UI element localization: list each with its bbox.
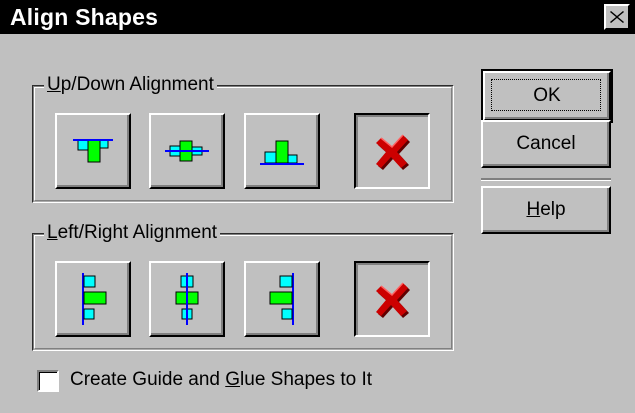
cancel-label: Cancel bbox=[516, 133, 576, 154]
create-guide-checkbox[interactable] bbox=[37, 370, 59, 392]
updown-alignment-legend: Up/Down Alignment bbox=[44, 74, 217, 96]
red-x-icon bbox=[376, 134, 410, 170]
leftright-alignment-legend: Left/Right Alignment bbox=[44, 222, 221, 244]
align-right-icon bbox=[269, 273, 294, 325]
align-middle-icon bbox=[165, 140, 209, 162]
align-top-icon bbox=[73, 139, 113, 163]
align-center-button[interactable] bbox=[149, 261, 225, 337]
align-middle-button[interactable] bbox=[149, 113, 225, 189]
create-guide-label[interactable]: Create Guide and Glue Shapes to It bbox=[70, 369, 372, 391]
focus-rectangle bbox=[491, 79, 601, 111]
no-leftright-alignment-button[interactable] bbox=[354, 261, 430, 337]
align-center-icon bbox=[175, 273, 199, 325]
cancel-button[interactable]: Cancel bbox=[481, 120, 611, 168]
no-updown-alignment-button[interactable] bbox=[354, 113, 430, 189]
ok-button[interactable]: OK bbox=[481, 69, 613, 123]
help-button[interactable]: Help bbox=[481, 186, 611, 234]
red-x-icon bbox=[376, 282, 410, 318]
title-bar[interactable]: Align Shapes bbox=[0, 0, 635, 34]
align-left-button[interactable] bbox=[55, 261, 131, 337]
close-button[interactable] bbox=[604, 4, 630, 30]
align-bottom-icon bbox=[260, 140, 304, 165]
align-left-icon bbox=[82, 273, 107, 325]
align-right-button[interactable] bbox=[244, 261, 320, 337]
align-top-button[interactable] bbox=[55, 113, 131, 189]
window-title: Align Shapes bbox=[10, 4, 159, 30]
button-separator bbox=[481, 178, 611, 181]
help-label: Help bbox=[526, 199, 566, 220]
align-bottom-button[interactable] bbox=[244, 113, 320, 189]
close-icon bbox=[610, 11, 624, 23]
